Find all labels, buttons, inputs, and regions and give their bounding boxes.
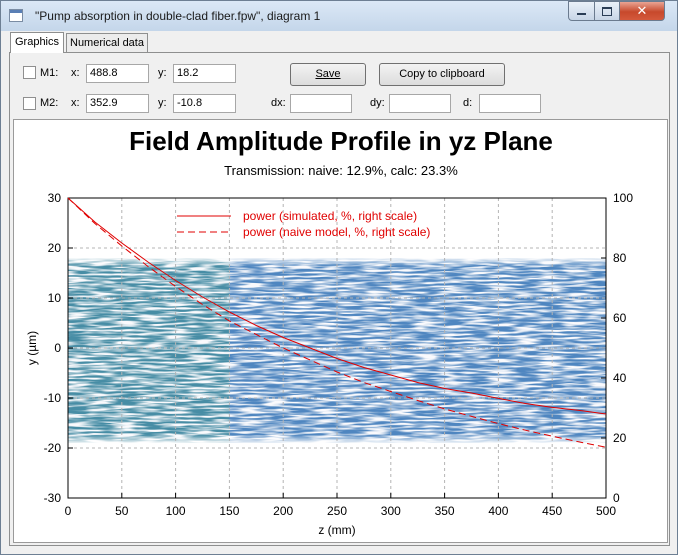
y-tick-label: -20: [44, 441, 62, 455]
window-title: "Pump absorption in double-clad fiber.fp…: [35, 9, 321, 23]
m2-y-label: y:: [158, 97, 167, 109]
dx-field[interactable]: [290, 94, 352, 113]
m1-checkbox[interactable]: [23, 66, 36, 79]
copy-to-clipboard-button[interactable]: Copy to clipboard: [379, 63, 505, 86]
x-tick-label: 350: [435, 504, 455, 518]
legend: power (simulated, %, right scale) power (…: [177, 209, 430, 239]
y-tick-label: 10: [48, 291, 62, 305]
y-tick-label: -10: [44, 391, 62, 405]
copy-label: Copy to clipboard: [399, 68, 485, 80]
y2-tick-label: 100: [613, 191, 633, 205]
dy-field[interactable]: [389, 94, 451, 113]
x-tick-label: 300: [381, 504, 401, 518]
maximize-icon: [602, 6, 612, 16]
legend-entry: power (naive model, %, right scale): [243, 225, 430, 239]
y2-tick-label: 60: [613, 311, 627, 325]
y-tick-label: 0: [54, 341, 61, 355]
save-button[interactable]: Save: [290, 63, 366, 86]
tab-numerical-data[interactable]: Numerical data: [66, 33, 148, 52]
m2-label: M2:: [40, 97, 59, 109]
m1-label: M1:: [40, 67, 59, 79]
y2-tick-label: 40: [613, 371, 627, 385]
x-tick-label: 500: [596, 504, 616, 518]
m2-x-field[interactable]: 352.9: [86, 94, 149, 113]
legend-entry: power (simulated, %, right scale): [243, 209, 417, 223]
close-button[interactable]: ✕: [619, 1, 665, 21]
m2-x-label: x:: [71, 97, 80, 109]
chart-subtitle: Transmission: naive: 12.9%, calc: 23.3%: [224, 163, 458, 178]
y2-tick-label: 80: [613, 251, 627, 265]
dx-label: dx:: [271, 97, 286, 109]
close-icon: ✕: [636, 3, 648, 19]
dy-label: dy:: [370, 97, 385, 109]
chart[interactable]: Field Amplitude Profile in yz Plane Tran…: [14, 120, 667, 542]
m2-y-field[interactable]: -10.8: [173, 94, 236, 113]
y-axis-label: y (µm): [25, 331, 39, 365]
m1-x-label: x:: [71, 67, 80, 79]
title-bar[interactable]: "Pump absorption in double-clad fiber.fp…: [1, 1, 677, 31]
d-field[interactable]: [479, 94, 541, 113]
plot-area[interactable]: Field Amplitude Profile in yz Plane Tran…: [13, 119, 668, 543]
x-axis-label: z (mm): [318, 523, 355, 537]
x-tick-label: 100: [166, 504, 186, 518]
y2-tick-label: 0: [613, 491, 620, 505]
m1-y-field[interactable]: 18.2: [173, 64, 236, 83]
x-tick-label: 250: [327, 504, 347, 518]
chart-title: Field Amplitude Profile in yz Plane: [129, 126, 553, 156]
minimize-icon: [577, 13, 586, 15]
app-icon[interactable]: [9, 9, 23, 22]
d-label: d:: [463, 97, 473, 109]
grid: [68, 198, 606, 498]
x-tick-label: 150: [219, 504, 239, 518]
main-window: "Pump absorption in double-clad fiber.fp…: [0, 0, 678, 555]
m1-x-field[interactable]: 488.8: [86, 64, 149, 83]
x-tick-label: 0: [65, 504, 72, 518]
tab-graphics[interactable]: Graphics: [10, 32, 64, 53]
y-tick-label: 30: [48, 191, 62, 205]
y-tick-label: 20: [48, 241, 62, 255]
y-tick-label: -30: [44, 491, 62, 505]
maximize-button[interactable]: [594, 1, 620, 21]
y2-tick-label: 20: [613, 431, 627, 445]
x-tick-label: 450: [542, 504, 562, 518]
x-tick-label: 400: [488, 504, 508, 518]
x-tick-label: 200: [273, 504, 293, 518]
save-label: Save: [315, 68, 341, 80]
x-tick-label: 50: [115, 504, 129, 518]
m1-y-label: y:: [158, 67, 167, 79]
m2-checkbox[interactable]: [23, 97, 36, 110]
minimize-button[interactable]: [568, 1, 595, 21]
